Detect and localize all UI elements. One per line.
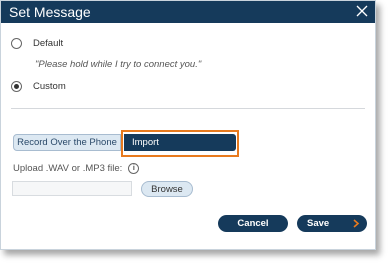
cancel-button[interactable]: Cancel bbox=[218, 215, 288, 232]
browse-button[interactable]: Browse bbox=[141, 181, 193, 197]
divider bbox=[11, 108, 365, 109]
save-button[interactable]: Save bbox=[297, 215, 367, 232]
upload-label-row: Upload .WAV or .MP3 file: i bbox=[13, 163, 140, 174]
close-icon[interactable] bbox=[355, 4, 369, 18]
default-message-text: "Please hold while I try to connect you.… bbox=[35, 59, 202, 70]
custom-option[interactable]: Custom bbox=[11, 79, 66, 93]
dialog-titlebar: Set Message bbox=[1, 1, 375, 23]
default-label: Default bbox=[33, 37, 64, 49]
custom-label: Custom bbox=[33, 80, 66, 92]
tab-import[interactable]: Import bbox=[124, 134, 236, 151]
custom-radio[interactable] bbox=[11, 80, 22, 92]
dialog-title: Set Message bbox=[9, 4, 91, 20]
chevron-right-icon bbox=[353, 219, 360, 228]
tab-record-over-phone[interactable]: Record Over the Phone bbox=[13, 134, 121, 151]
set-message-dialog: Set Message Default "Please hold while I… bbox=[0, 0, 376, 250]
default-option[interactable]: Default bbox=[11, 36, 63, 50]
file-path-input[interactable] bbox=[12, 181, 132, 196]
default-radio[interactable] bbox=[11, 37, 22, 49]
save-button-label: Save bbox=[307, 218, 330, 229]
upload-label: Upload .WAV or .MP3 file: bbox=[13, 163, 123, 174]
info-icon[interactable]: i bbox=[128, 163, 140, 174]
screen: Set Message Default "Please hold while I… bbox=[0, 0, 388, 263]
